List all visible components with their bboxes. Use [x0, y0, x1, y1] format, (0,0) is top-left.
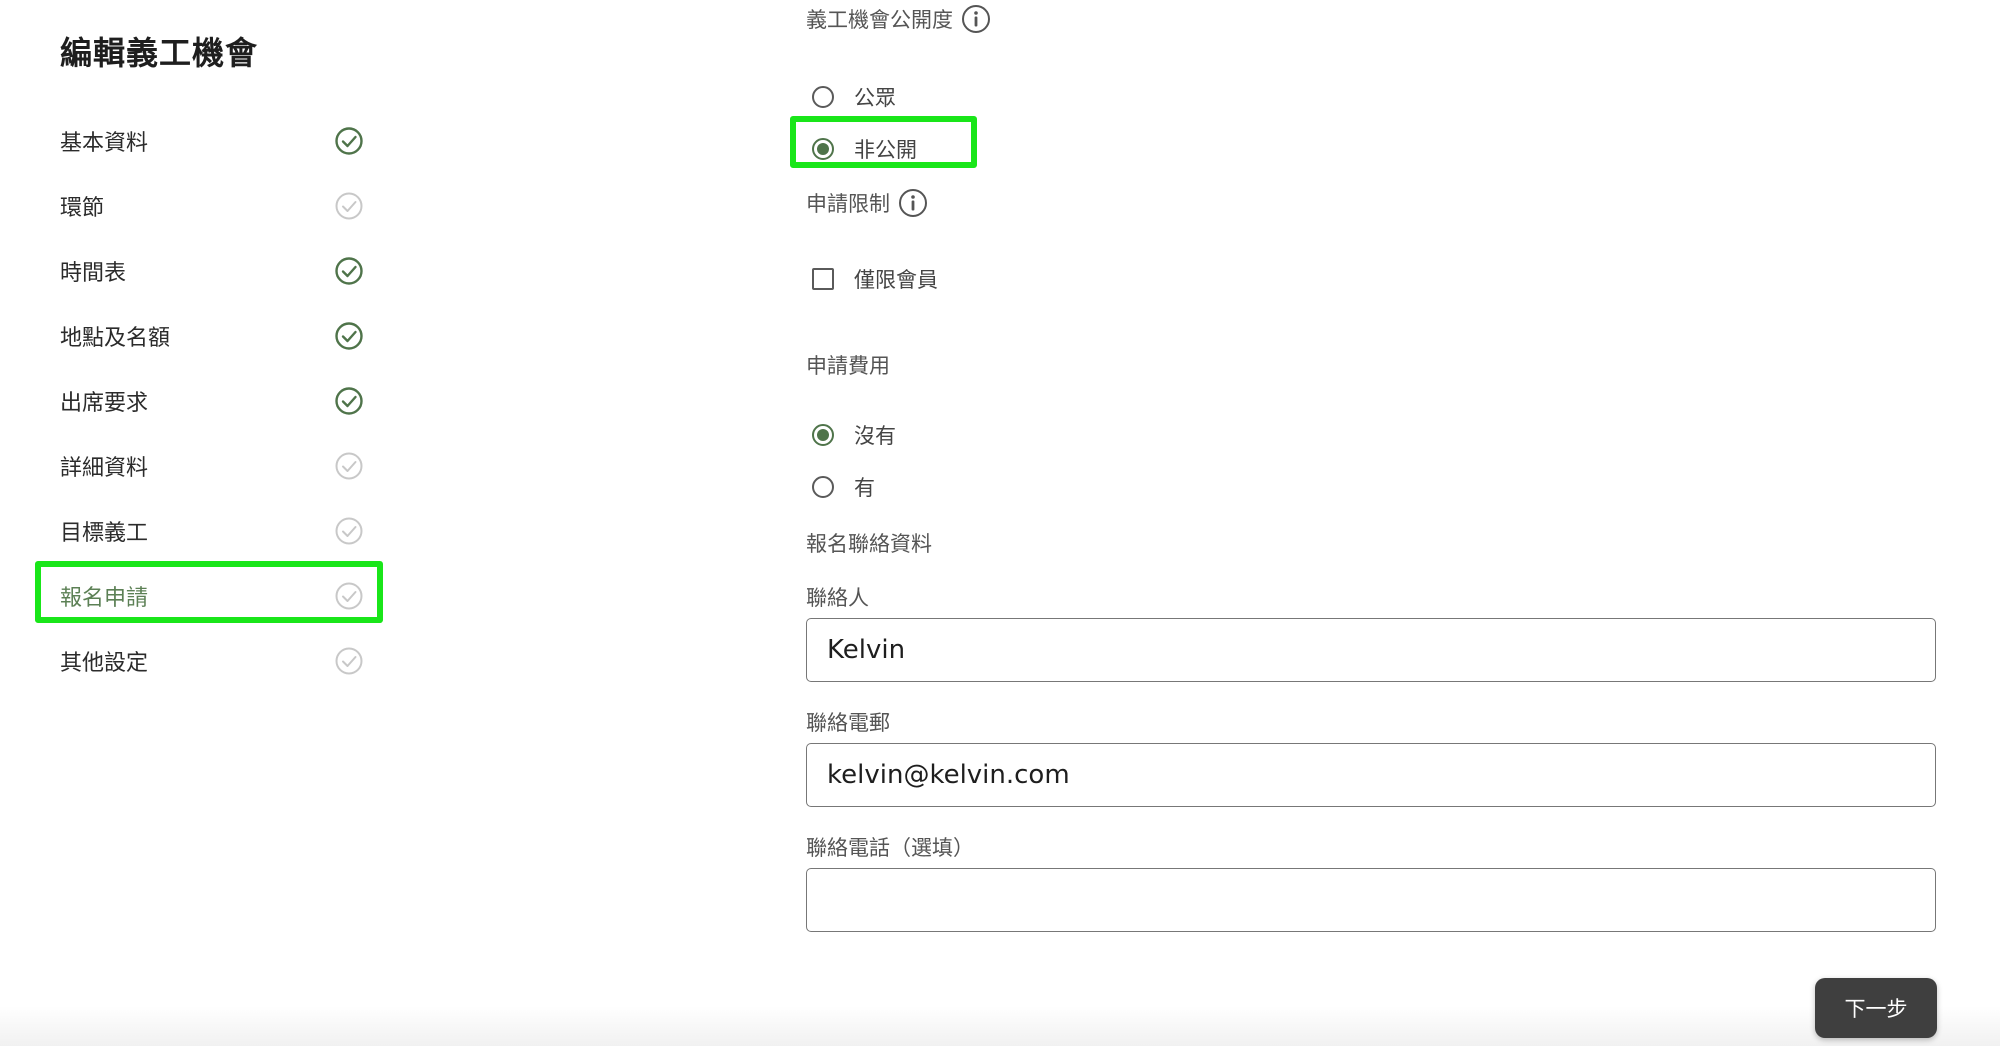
- visibility-label-row: 義工機會公開度: [806, 4, 991, 34]
- radio-fee-none[interactable]: [812, 424, 834, 446]
- option-label: 有: [854, 476, 875, 500]
- info-icon[interactable]: [898, 188, 928, 218]
- visibility-label: 義工機會公開度: [806, 8, 953, 32]
- sidebar-item-label: 時間表: [60, 260, 127, 286]
- contact-email-label: 聯絡電郵: [806, 711, 890, 735]
- members-only-option[interactable]: 僅限會員: [812, 264, 938, 294]
- check-circle-icon: [334, 256, 364, 286]
- bottom-fade: [0, 1006, 2000, 1046]
- sidebar-item-location-quota[interactable]: 地點及名額: [60, 303, 370, 368]
- check-circle-outline-icon: [334, 191, 364, 221]
- sidebar-item-attendance[interactable]: 出席要求: [60, 368, 370, 433]
- contact-person-label: 聯絡人: [806, 586, 869, 610]
- sidebar-item-label: 環節: [60, 195, 105, 221]
- contact-email-input[interactable]: [806, 743, 1936, 807]
- check-circle-icon: [334, 386, 364, 416]
- check-circle-icon: [334, 321, 364, 351]
- option-label: 公眾: [854, 86, 896, 110]
- option-label: 沒有: [854, 424, 896, 448]
- sidebar-nav: 基本資料 環節 時間表 地點及名額 出席要求 詳細資料 目標義工 報名申請 其他…: [35, 108, 383, 693]
- contact-person-input[interactable]: [806, 618, 1936, 682]
- fee-option-none[interactable]: 沒有: [812, 420, 896, 450]
- radio-private[interactable]: [812, 138, 834, 160]
- check-circle-outline-icon: [334, 646, 364, 676]
- contact-phone-label: 聯絡電話（選填）: [806, 836, 974, 860]
- members-only-checkbox[interactable]: [812, 268, 834, 290]
- sidebar-item-registration[interactable]: 報名申請: [35, 561, 383, 628]
- radio-fee-yes[interactable]: [812, 476, 834, 498]
- fee-label: 申請費用: [806, 354, 890, 378]
- sidebar-item-label: 出席要求: [60, 390, 149, 416]
- restriction-label: 申請限制: [806, 192, 890, 216]
- sidebar-item-other-settings[interactable]: 其他設定: [60, 628, 370, 693]
- radio-public[interactable]: [812, 86, 834, 108]
- sidebar-item-basic-info[interactable]: 基本資料: [60, 108, 370, 173]
- fee-option-yes[interactable]: 有: [812, 472, 875, 502]
- check-circle-outline-icon: [334, 451, 364, 481]
- restriction-label-row: 申請限制: [806, 188, 928, 218]
- check-circle-outline-icon: [334, 516, 364, 546]
- page-title: 編輯義工機會: [60, 34, 259, 72]
- option-label: 僅限會員: [854, 268, 938, 292]
- sidebar-item-details[interactable]: 詳細資料: [60, 433, 370, 498]
- sidebar-item-label: 目標義工: [60, 520, 149, 546]
- option-label: 非公開: [854, 138, 917, 162]
- sidebar-item-label: 地點及名額: [60, 325, 171, 351]
- sidebar-item-label: 基本資料: [60, 130, 149, 156]
- next-button[interactable]: 下一步: [1815, 978, 1937, 1038]
- contact-phone-input[interactable]: [806, 868, 1936, 932]
- sidebar-item-label: 報名申請: [60, 585, 149, 611]
- info-icon[interactable]: [961, 4, 991, 34]
- visibility-option-public[interactable]: 公眾: [812, 82, 896, 112]
- sidebar-item-label: 詳細資料: [60, 455, 149, 481]
- visibility-option-private[interactable]: 非公開: [790, 116, 977, 168]
- sidebar-item-label: 其他設定: [60, 650, 149, 676]
- sidebar-item-schedule[interactable]: 時間表: [60, 238, 370, 303]
- check-circle-icon: [334, 126, 364, 156]
- contact-section-label: 報名聯絡資料: [806, 532, 932, 556]
- sidebar-item-target-volunteers[interactable]: 目標義工: [60, 498, 370, 563]
- page: 編輯義工機會 基本資料 環節 時間表 地點及名額 出席要求 詳細資料 目標義工 …: [0, 0, 2000, 1046]
- check-circle-outline-icon: [334, 581, 364, 611]
- sidebar-item-sessions[interactable]: 環節: [60, 173, 370, 238]
